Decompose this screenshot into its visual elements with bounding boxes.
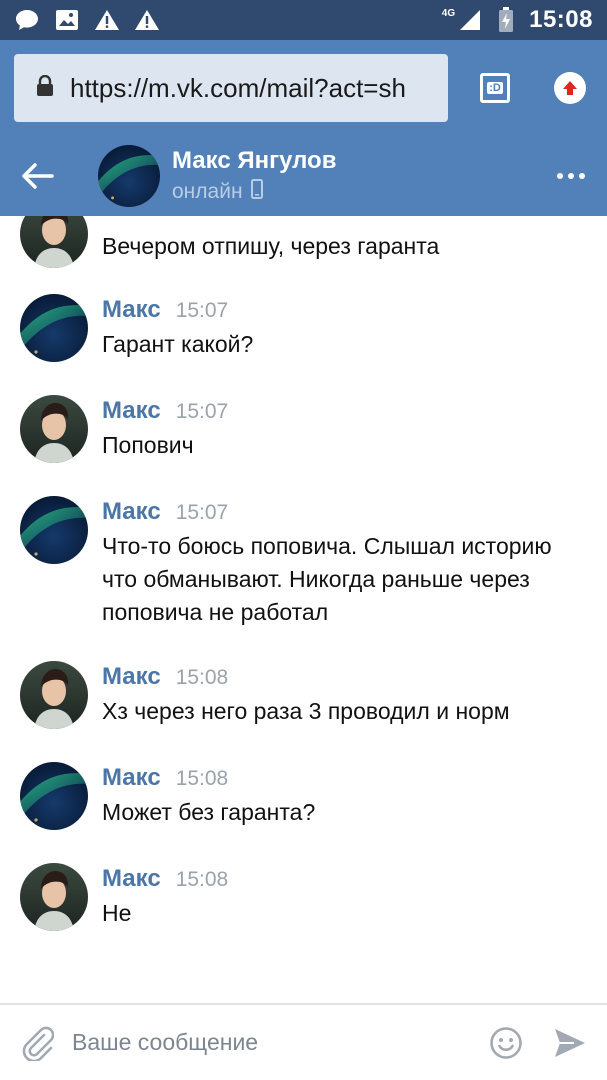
mobile-icon xyxy=(250,179,263,205)
message-author[interactable]: Макс xyxy=(102,764,161,792)
image-icon xyxy=(54,8,80,32)
tabs-count: :D xyxy=(487,82,503,94)
avatar[interactable] xyxy=(20,661,88,729)
message-text: Не xyxy=(102,900,132,926)
message-text: Гарант какой? xyxy=(102,331,254,357)
battery-icon xyxy=(493,7,519,32)
message-text: Что-то боюсь поповича. Слышал историю чт… xyxy=(102,533,552,625)
message-author[interactable]: Макс xyxy=(102,498,161,526)
message-text: Попович xyxy=(102,432,194,458)
avatar[interactable] xyxy=(20,294,88,362)
clock: 15:08 xyxy=(529,6,593,33)
avatar[interactable] xyxy=(20,395,88,463)
status-bar: 4G 15:08 xyxy=(0,0,607,40)
message-input[interactable] xyxy=(72,1022,489,1063)
warning-icon xyxy=(134,8,160,32)
browser-toolbar: https://m.vk.com/mail?act=sh :D xyxy=(0,40,607,136)
network-type: 4G xyxy=(441,7,456,19)
message-list: Вечером отпишу, через гаранта Макс 15:07… xyxy=(0,216,607,1002)
message-text: Вечером отпишу, через гаранта xyxy=(102,233,440,259)
warning-icon xyxy=(94,8,120,32)
avatar[interactable] xyxy=(20,496,88,564)
message-time: 15:08 xyxy=(175,666,229,689)
message-time: 15:08 xyxy=(175,767,229,790)
tabs-icon[interactable]: :D xyxy=(480,73,510,103)
chat-bubble-icon xyxy=(14,8,40,32)
address-bar[interactable]: https://m.vk.com/mail?act=sh xyxy=(14,54,448,122)
message-author[interactable]: Макс xyxy=(102,663,161,691)
paperclip-icon[interactable] xyxy=(20,1025,54,1061)
chat-header: Макс Янгулов онлайн xyxy=(0,136,607,216)
message-time: 15:07 xyxy=(175,501,229,524)
more-icon[interactable] xyxy=(557,173,585,179)
message-author[interactable]: Макс xyxy=(102,397,161,425)
message-time: 15:08 xyxy=(175,868,229,891)
message-text: Может без гаранта? xyxy=(102,799,316,825)
message-text: Хз через него раза 3 проводил и норм xyxy=(102,698,510,724)
signal-icon xyxy=(457,8,483,32)
avatar[interactable] xyxy=(98,145,160,207)
message-time: 15:07 xyxy=(175,400,229,423)
message-composer xyxy=(0,1003,607,1080)
smile-icon[interactable] xyxy=(489,1026,523,1060)
back-arrow-icon[interactable] xyxy=(22,156,62,196)
avatar[interactable] xyxy=(20,762,88,830)
online-status: онлайн xyxy=(172,180,243,203)
upload-icon[interactable] xyxy=(554,72,586,104)
avatar[interactable] xyxy=(20,216,88,268)
contact-name: Макс Янгулов xyxy=(172,147,337,174)
message-author[interactable]: Макс xyxy=(102,296,161,324)
url-text[interactable]: https://m.vk.com/mail?act=sh xyxy=(70,73,440,104)
message-author[interactable]: Макс xyxy=(102,865,161,893)
send-icon[interactable] xyxy=(553,1027,587,1059)
message-time: 15:07 xyxy=(175,299,229,322)
lock-icon xyxy=(36,74,54,102)
avatar[interactable] xyxy=(20,863,88,931)
